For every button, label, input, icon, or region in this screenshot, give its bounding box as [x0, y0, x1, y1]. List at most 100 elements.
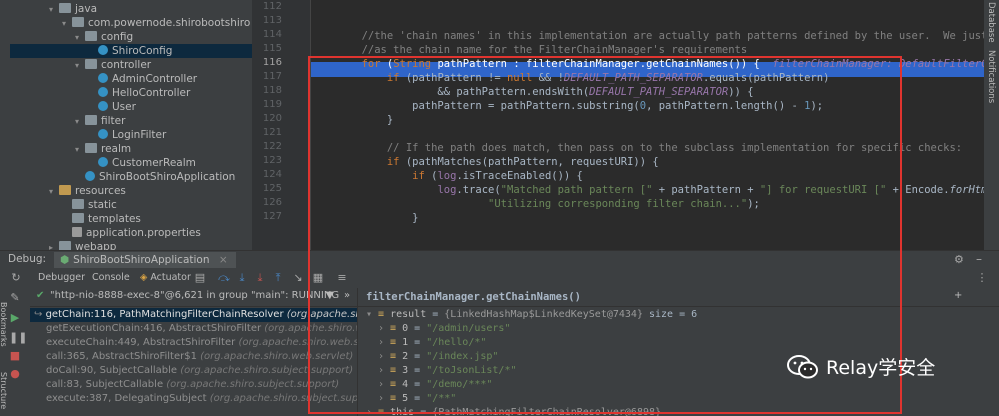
line-number: 120: [262, 113, 282, 124]
frame-method: call:83, SubjectCallable: [46, 379, 164, 390]
minimize-icon[interactable]: –: [976, 252, 982, 266]
watermark: Relay学安全: [786, 352, 935, 384]
frame-method: execute:387, DelegatingSubject: [46, 393, 207, 404]
close-icon[interactable]: ×: [219, 254, 228, 266]
tree-item[interactable]: ▸ webapp: [49, 240, 116, 250]
line-number: 123: [262, 155, 282, 166]
line-number: 122: [262, 141, 282, 152]
tree-item[interactable]: ▾ controller: [75, 58, 151, 72]
wechat-icon: [787, 355, 818, 379]
line-number: 112: [262, 1, 282, 12]
line-number: 117: [262, 71, 282, 82]
frame-method: getExecutionChain:416, AbstractShiroFilt…: [46, 323, 262, 334]
step-into-icon[interactable]: ⤓: [236, 272, 248, 284]
structure-tool-tab[interactable]: Structure: [0, 372, 8, 409]
tree-item[interactable]: ▾ resources: [49, 184, 126, 198]
tree-item-label: CustomerRealm: [112, 157, 196, 169]
tree-item-label: User: [112, 101, 136, 113]
res-icon: [59, 185, 71, 195]
code-line: //as the chain name for the FilterChainM…: [311, 44, 748, 56]
database-tool-tab[interactable]: Database: [986, 2, 996, 43]
step-out-icon[interactable]: ⤒: [272, 272, 284, 284]
chevron-icon[interactable]: ▾: [75, 115, 85, 129]
wrench-icon[interactable]: ✎: [9, 292, 21, 304]
layout-icon[interactable]: ▤: [194, 272, 206, 284]
tree-item-label: ShiroBootShiroApplication: [99, 171, 236, 183]
line-number: 124: [262, 169, 282, 180]
frame-method: executeChain:449, AbstractShiroFilter: [46, 337, 236, 348]
line-number: 121: [262, 127, 282, 138]
chevron-icon[interactable]: ▾: [75, 143, 85, 157]
pkg-icon: [85, 115, 97, 125]
tree-item[interactable]: LoginFilter: [88, 128, 166, 142]
project-tree: ▾ java ▾ com.powernode.shirobootshiro ▾ confi…: [0, 0, 252, 250]
gear-icon[interactable]: ⚙: [954, 253, 964, 266]
chevron-icon[interactable]: ▾: [75, 31, 85, 45]
tree-item[interactable]: static: [62, 198, 117, 212]
line-number: 116: [262, 57, 282, 68]
tree-item-label: com.powernode.shirobootshiro: [88, 17, 251, 29]
line-number: 114: [262, 29, 282, 40]
tab-console[interactable]: Console: [92, 268, 130, 288]
folder-icon: [59, 241, 71, 250]
tree-item[interactable]: User: [88, 100, 136, 114]
pkg-icon: [85, 143, 97, 153]
line-number: 113: [262, 15, 282, 26]
tree-item[interactable]: ▾ filter: [75, 114, 125, 128]
tree-item[interactable]: HelloController: [88, 86, 190, 100]
cls-icon: [98, 87, 108, 97]
tree-item[interactable]: templates: [62, 212, 141, 226]
tree-item[interactable]: application.properties: [62, 226, 201, 240]
tab-actuator[interactable]: ◈ Actuator: [140, 268, 191, 288]
pause-icon[interactable]: ❚❚: [9, 332, 27, 344]
tree-item[interactable]: AdminController: [88, 72, 197, 86]
frame-method: call:365, AbstractShiroFilter$1: [46, 351, 197, 362]
tab-actuator-label: Actuator: [150, 272, 191, 283]
tree-item-label: ShiroConfig: [112, 45, 173, 57]
add-watch-icon[interactable]: +: [954, 290, 962, 301]
tab-debugger[interactable]: Debugger: [38, 268, 86, 290]
tree-item-label: static: [88, 199, 117, 211]
debug-label: Debug:: [8, 253, 47, 265]
resume-icon[interactable]: ▶: [9, 312, 21, 324]
chevron-icon[interactable]: ▾: [75, 59, 85, 73]
line-number: 125: [262, 183, 282, 194]
line-number: 126: [262, 197, 282, 208]
prop-icon: [72, 227, 82, 237]
run-to-cursor-icon[interactable]: ↘: [292, 272, 304, 284]
line-number: 119: [262, 99, 282, 110]
tree-item-label: resources: [75, 185, 126, 197]
editor-gutter: 112 113 114 115 116 117 118 119 120 121 122 123 124 1…: [252, 0, 311, 250]
notifications-tool-tab[interactable]: Notifications: [986, 50, 996, 103]
tree-item[interactable]: ▾ com.powernode.shirobootshiro: [62, 16, 250, 30]
force-step-into-icon[interactable]: ⤓: [254, 272, 266, 284]
bug-icon: ⬢: [60, 254, 70, 266]
line-number: 115: [262, 43, 282, 54]
tree-item-label: application.properties: [86, 227, 201, 239]
settings-list-icon[interactable]: ⋮: [976, 272, 988, 284]
tree-item[interactable]: ShiroBootShiroApplication: [75, 170, 235, 184]
step-over-icon[interactable]: ⤼: [218, 272, 230, 284]
restart-icon[interactable]: ↻: [10, 272, 22, 284]
tree-item[interactable]: ShiroConfig: [10, 44, 252, 58]
tree-item[interactable]: ▾ realm: [75, 142, 131, 156]
current-frame-icon: ↪: [34, 309, 46, 320]
tree-item[interactable]: ▾ java: [49, 2, 97, 16]
chevron-icon[interactable]: ▾: [62, 17, 72, 31]
chevron-icon[interactable]: ▾: [49, 185, 59, 199]
debug-side-toolbar: ✎ ▶ ❚❚ ■ ● Bookmarks Structure: [0, 288, 30, 416]
tree-item[interactable]: ▾ config: [75, 30, 133, 44]
cls-icon: [98, 157, 108, 167]
tree-item-label: AdminController: [112, 73, 198, 85]
bookmarks-tool-tab[interactable]: Bookmarks: [0, 302, 8, 347]
tree-item[interactable]: CustomerRealm: [88, 156, 196, 170]
debug-config-tab[interactable]: ⬢ ShiroBootShiroApplication ×: [54, 252, 236, 268]
stop-icon[interactable]: ■: [9, 350, 21, 362]
cls-icon: [85, 171, 95, 181]
chevron-icon[interactable]: ▾: [49, 3, 59, 17]
frame-method: getChain:116, PathMatchingFilterChainRes…: [45, 309, 284, 320]
breakpoints-icon[interactable]: ●: [9, 368, 21, 380]
chevron-icon[interactable]: ▸: [49, 241, 59, 250]
pkg-icon: [85, 59, 97, 69]
stack-frame[interactable]: call:83, SubjectCallable (org.apache.shi…: [46, 378, 339, 392]
